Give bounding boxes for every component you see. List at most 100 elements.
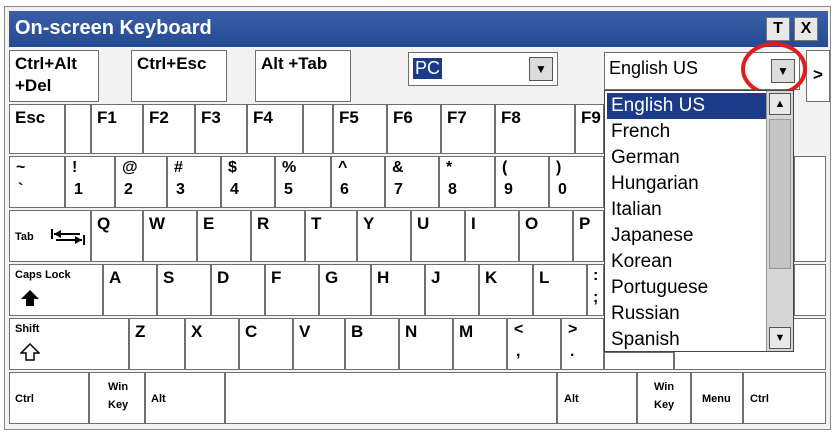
m-key[interactable]: M (453, 318, 507, 370)
language-option[interactable]: Hungarian (607, 171, 767, 197)
space-bar[interactable] (225, 372, 557, 424)
f-key[interactable]: F (265, 264, 319, 316)
ctrl-alt-del-key[interactable]: Ctrl+Alt +Del (9, 50, 99, 102)
keyboard-layout-select[interactable]: PC ▼ (408, 52, 558, 86)
key-lower: 7 (394, 181, 403, 198)
f3-key[interactable]: F3 (195, 104, 247, 154)
v-key[interactable]: V (293, 318, 345, 370)
2-key[interactable]: @2 (115, 156, 167, 208)
f8-label: F8 (501, 108, 521, 127)
o-key[interactable]: O (519, 210, 573, 262)
c-key[interactable]: C (239, 318, 293, 370)
language-option[interactable]: Portuguese (607, 275, 767, 301)
scrollbar-thumb[interactable] (769, 119, 791, 269)
3-key[interactable]: #3 (167, 156, 221, 208)
left-alt-key[interactable]: Alt (145, 372, 225, 424)
caps-lock-label: Caps Lock (15, 269, 71, 281)
language-option[interactable]: Korean (607, 249, 767, 275)
6-key[interactable]: ^ 6 (331, 156, 385, 208)
f1-key[interactable]: F1 (91, 104, 143, 154)
4-key[interactable]: $4 (221, 156, 275, 208)
f4-key[interactable]: F4 (247, 104, 303, 154)
f2-key[interactable]: F2 (143, 104, 195, 154)
alt-tab-label: Alt +Tab (261, 54, 328, 73)
right-shift-key[interactable] (604, 352, 674, 370)
language-option[interactable]: Japanese (607, 223, 767, 249)
ctrl-esc-label: Ctrl+Esc (137, 54, 207, 73)
y-key[interactable]: Y (357, 210, 411, 262)
x-key[interactable]: X (185, 318, 239, 370)
caps-lock-key[interactable]: Caps Lock (9, 264, 103, 316)
a-key[interactable]: A (103, 264, 157, 316)
key-label: Ctrl (750, 393, 769, 405)
r-key[interactable]: R (251, 210, 305, 262)
d-key[interactable]: D (211, 264, 265, 316)
language-option[interactable]: German (607, 145, 767, 171)
b-key[interactable]: B (345, 318, 399, 370)
f7-key[interactable]: F7 (441, 104, 495, 154)
f6-key[interactable]: F6 (387, 104, 441, 154)
p-key[interactable]: P (573, 210, 604, 262)
f3-label: F3 (201, 108, 221, 127)
e-key[interactable]: E (197, 210, 251, 262)
g-key[interactable]: G (319, 264, 371, 316)
s-key[interactable]: S (157, 264, 211, 316)
1-key[interactable]: ! 1 (65, 156, 115, 208)
semicolon-key[interactable]: : ; (587, 264, 604, 316)
close-button[interactable]: X (794, 17, 818, 41)
7-key[interactable]: & 7 (385, 156, 439, 208)
key-lower: , (516, 343, 521, 360)
menu-key[interactable]: Menu (691, 372, 743, 424)
n-key[interactable]: N (399, 318, 453, 370)
language-option[interactable]: Russian (607, 301, 767, 327)
more-options-button[interactable]: > (806, 50, 830, 102)
left-ctrl-key[interactable]: Ctrl (9, 372, 89, 424)
esc-key[interactable]: Esc (9, 104, 65, 154)
right-alt-key[interactable]: Alt (557, 372, 637, 424)
backtick-key[interactable]: ~ ` (9, 156, 65, 208)
title-bar[interactable]: On-screen Keyboard T X (9, 11, 828, 47)
z-key[interactable]: Z (129, 318, 185, 370)
left-win-key[interactable]: Win Key (89, 372, 145, 424)
8-key[interactable]: * 8 (439, 156, 495, 208)
ctrl-alt-del-label-line2: +Del (15, 76, 52, 95)
list-scrollbar[interactable]: ▲ ▼ (766, 91, 793, 351)
0-key[interactable]: ) 0 (549, 156, 604, 208)
chevron-down-icon[interactable]: ▼ (529, 57, 553, 81)
l-key[interactable]: L (533, 264, 587, 316)
language-dropdown-list[interactable]: English US French German Hungarian Itali… (604, 90, 794, 352)
5-key[interactable]: % 5 (275, 156, 331, 208)
key-label-line2: Key (108, 399, 129, 411)
q-key[interactable]: Q (91, 210, 143, 262)
right-ctrl-key[interactable]: Ctrl (743, 372, 826, 424)
key-upper: $ (228, 159, 237, 176)
t-key[interactable]: T (305, 210, 357, 262)
f8-key[interactable]: F8 (495, 104, 575, 154)
ctrl-esc-key[interactable]: Ctrl+Esc (131, 50, 227, 102)
k-key[interactable]: K (479, 264, 533, 316)
9-key[interactable]: (9 (495, 156, 549, 208)
language-option[interactable]: Spanish (607, 327, 767, 353)
chevron-up-icon[interactable]: ▲ (769, 93, 791, 115)
period-key[interactable]: > . (561, 318, 604, 370)
right-edge-key[interactable] (794, 156, 826, 262)
u-key[interactable]: U (411, 210, 465, 262)
j-key[interactable]: J (425, 264, 479, 316)
w-key[interactable]: W (143, 210, 197, 262)
i-key[interactable]: I (465, 210, 519, 262)
language-option[interactable]: French (607, 119, 767, 145)
h-key[interactable]: H (371, 264, 425, 316)
left-shift-key[interactable]: Shift (9, 318, 129, 370)
alt-tab-key[interactable]: Alt +Tab (255, 50, 351, 102)
language-option[interactable]: English US (607, 93, 767, 119)
language-option[interactable]: Italian (607, 197, 767, 223)
tab-key[interactable]: Tab (9, 210, 91, 262)
key-label: U (417, 214, 430, 233)
f9-key[interactable]: F9 (575, 104, 604, 154)
right-edge-key[interactable] (794, 264, 826, 316)
chevron-down-icon[interactable]: ▼ (769, 327, 791, 349)
comma-key[interactable]: < , (507, 318, 561, 370)
right-win-key[interactable]: Win Key (637, 372, 691, 424)
f5-key[interactable]: F5 (333, 104, 387, 154)
keep-on-top-button[interactable]: T (766, 17, 790, 41)
